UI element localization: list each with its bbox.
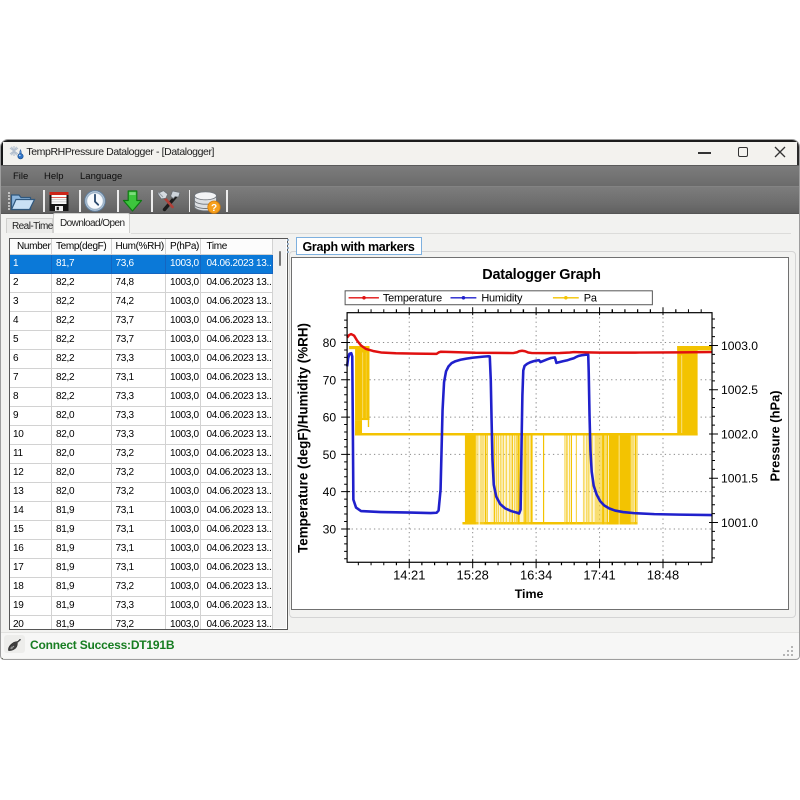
svg-text:14:21: 14:21 — [393, 568, 425, 583]
svg-text:Temperature (degF)/Humidity (%: Temperature (degF)/Humidity (%RH) — [295, 323, 310, 553]
svg-text:50: 50 — [323, 448, 337, 462]
svg-text:Pa: Pa — [584, 293, 598, 305]
svg-text:30: 30 — [323, 522, 337, 536]
svg-text:1001.0: 1001.0 — [721, 516, 758, 530]
svg-text:70: 70 — [323, 373, 337, 387]
svg-text:16:34: 16:34 — [520, 568, 552, 583]
svg-text:Pressure (hPa): Pressure (hPa) — [768, 390, 783, 481]
svg-text:Datalogger Graph: Datalogger Graph — [482, 267, 601, 283]
svg-text:1001.5: 1001.5 — [721, 472, 758, 486]
svg-text:Time: Time — [515, 587, 544, 601]
svg-text:17:41: 17:41 — [583, 568, 615, 583]
svg-text:Temperature: Temperature — [383, 293, 442, 305]
svg-text:15:28: 15:28 — [457, 568, 489, 583]
svg-text:?: ? — [210, 202, 216, 213]
svg-text:1002.0: 1002.0 — [721, 427, 758, 441]
svg-text:1003.0: 1003.0 — [721, 339, 758, 353]
svg-text:Humidity: Humidity — [481, 293, 523, 305]
svg-text:1002.5: 1002.5 — [721, 383, 758, 397]
svg-text:18:48: 18:48 — [647, 568, 679, 583]
svg-text:40: 40 — [323, 485, 337, 499]
svg-text:60: 60 — [323, 411, 337, 425]
svg-text:80: 80 — [323, 336, 337, 350]
